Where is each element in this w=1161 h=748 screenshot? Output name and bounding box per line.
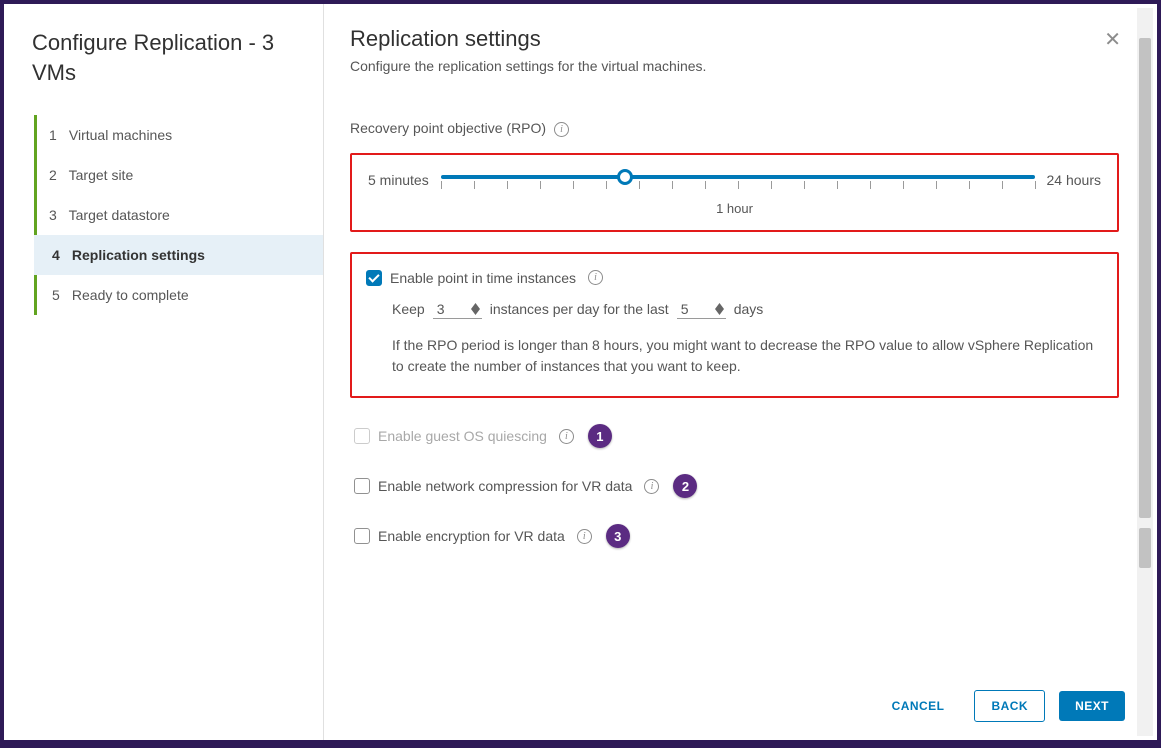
slider-ticks	[441, 181, 1035, 191]
stepper-icon[interactable]	[715, 303, 724, 315]
stepper-icon[interactable]	[471, 303, 480, 315]
encryption-checkbox-row[interactable]: Enable encryption for VR data i 3	[354, 524, 1119, 548]
annotation-badge: 3	[606, 524, 630, 548]
info-icon[interactable]: i	[554, 122, 569, 137]
annotation-badge: 1	[588, 424, 612, 448]
pit-highlight-box: Enable point in time instances i Keep in…	[350, 252, 1119, 398]
slider-min-label: 5 minutes	[368, 172, 429, 188]
pit-note: If the RPO period is longer than 8 hours…	[392, 335, 1099, 378]
step-ready-to-complete[interactable]: 5 Ready to complete	[37, 275, 323, 315]
slider-track-wrap[interactable]	[441, 169, 1035, 191]
step-virtual-machines[interactable]: 1 Virtual machines	[37, 115, 323, 155]
wizard-title: Configure Replication - 3 VMs	[32, 28, 323, 87]
wizard-sidebar: Configure Replication - 3 VMs 1 Virtual …	[4, 4, 324, 740]
quiescing-label: Enable guest OS quiescing	[378, 428, 547, 444]
pit-keep-line: Keep instances per day for the last	[392, 300, 1099, 319]
keep-instances-input[interactable]	[435, 300, 471, 318]
wizard-steps: 1 Virtual machines 2 Target site 3 Targe…	[34, 115, 323, 315]
step-label: Replication settings	[72, 247, 205, 263]
quiescing-checkbox-row: Enable guest OS quiescing i 1	[354, 424, 1119, 448]
annotation-badge: 2	[673, 474, 697, 498]
info-icon[interactable]: i	[644, 479, 659, 494]
wizard-footer: CANCEL BACK NEXT	[876, 690, 1125, 722]
slider-track	[441, 175, 1035, 179]
step-target-datastore[interactable]: 3 Target datastore	[37, 195, 323, 235]
compression-checkbox-row[interactable]: Enable network compression for VR data i…	[354, 474, 1119, 498]
pit-checkbox-label: Enable point in time instances	[390, 270, 576, 286]
compression-label: Enable network compression for VR data	[378, 478, 632, 494]
keep-instances-stepper[interactable]	[433, 300, 482, 319]
cancel-button[interactable]: CANCEL	[876, 691, 961, 721]
info-icon[interactable]: i	[588, 270, 603, 285]
step-label: Virtual machines	[69, 127, 172, 143]
checkbox-pit[interactable]	[366, 270, 382, 286]
rpo-label: Recovery point objective (RPO) i	[350, 120, 1119, 137]
step-label: Target datastore	[69, 207, 170, 223]
step-replication-settings[interactable]: 4 Replication settings	[34, 235, 323, 275]
page-subtitle: Configure the replication settings for t…	[350, 58, 1119, 74]
scrollbar-thumb[interactable]	[1139, 38, 1151, 518]
close-button[interactable]: ✕	[1104, 30, 1121, 50]
next-button[interactable]: NEXT	[1059, 691, 1125, 721]
wizard-dialog: Configure Replication - 3 VMs 1 Virtual …	[4, 4, 1157, 740]
checkbox-quiescing	[354, 428, 370, 444]
info-icon[interactable]: i	[559, 429, 574, 444]
checkbox-encryption[interactable]	[354, 528, 370, 544]
rpo-slider[interactable]: 5 minutes 24 hours	[368, 169, 1101, 191]
scrollbar[interactable]	[1137, 8, 1153, 736]
page-title: Replication settings	[350, 26, 1119, 52]
info-icon[interactable]: i	[577, 529, 592, 544]
back-button[interactable]: BACK	[974, 690, 1045, 722]
keep-days-input[interactable]	[679, 300, 715, 318]
pit-checkbox-row[interactable]: Enable point in time instances i	[366, 270, 1099, 286]
slider-max-label: 24 hours	[1047, 172, 1101, 188]
scrollbar-thumb[interactable]	[1139, 528, 1151, 568]
checkbox-compression[interactable]	[354, 478, 370, 494]
step-target-site[interactable]: 2 Target site	[37, 155, 323, 195]
encryption-label: Enable encryption for VR data	[378, 528, 565, 544]
slider-value-label: 1 hour	[368, 201, 1101, 216]
rpo-highlight-box: 5 minutes 24 hours 1 hour	[350, 153, 1119, 232]
step-label: Target site	[69, 167, 134, 183]
wizard-content: ✕ Replication settings Configure the rep…	[324, 4, 1157, 740]
keep-days-stepper[interactable]	[677, 300, 726, 319]
step-label: Ready to complete	[72, 287, 189, 303]
